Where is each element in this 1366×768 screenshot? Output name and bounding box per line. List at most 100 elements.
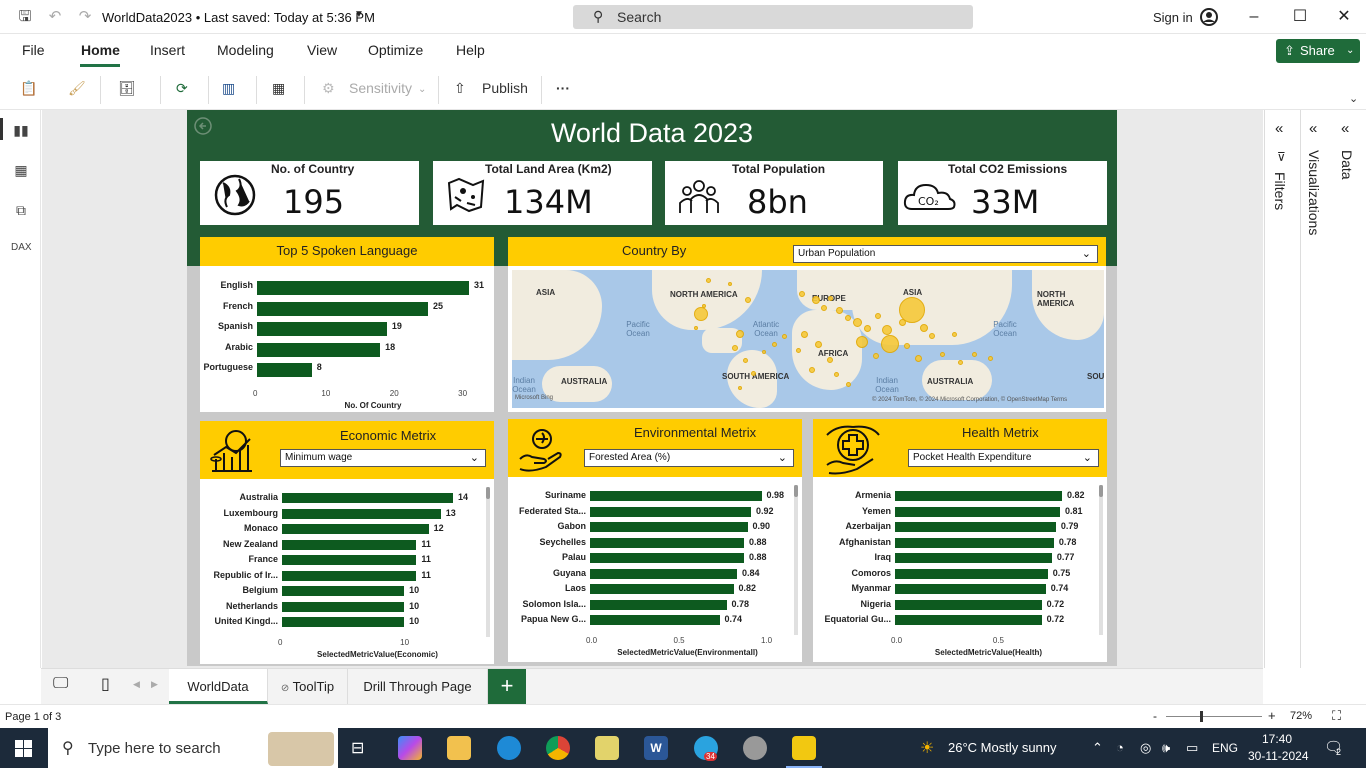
chevron-down-icon[interactable]: ▼ [354, 9, 364, 20]
sensitivity-button[interactable]: Sensitivity [349, 80, 412, 96]
map-bubble[interactable] [771, 341, 777, 347]
edge-icon[interactable] [497, 736, 521, 760]
map-bubble[interactable] [873, 353, 879, 359]
map-bubble[interactable] [762, 350, 766, 354]
map-bubble[interactable] [705, 277, 711, 283]
map-bubble[interactable] [845, 381, 851, 387]
get-data-icon[interactable]: 🗄 [118, 80, 136, 97]
zoom-out-button[interactable]: - [1153, 709, 1157, 723]
desktop-layout-icon[interactable]: 🖵 [53, 675, 68, 693]
map-bubble[interactable] [929, 333, 935, 339]
map-bubble[interactable] [939, 351, 945, 357]
bubble-map[interactable]: ASIA NORTH AMERICA EUROPE ASIA NORTH AME… [512, 270, 1104, 408]
clock-time[interactable]: 17:40 [1262, 732, 1292, 746]
zoom-in-button[interactable]: + [1268, 708, 1276, 723]
tray-overflow-icon[interactable]: ⌃ [1092, 740, 1103, 756]
map-bubble[interactable] [736, 330, 744, 338]
map-bubble[interactable] [835, 306, 843, 314]
calculator-icon[interactable]: ▦ [272, 80, 285, 97]
map-bubble[interactable] [799, 291, 805, 297]
map-bubble[interactable] [904, 343, 910, 349]
undo-icon[interactable]: ↶ [46, 8, 64, 26]
table-view-icon[interactable]: ▦ [11, 162, 31, 180]
filters-label[interactable]: Filters [1272, 172, 1288, 210]
filters-pane[interactable]: « ⊽ Filters [1264, 110, 1300, 668]
menu-file[interactable]: File [22, 42, 45, 58]
map-bubble[interactable] [800, 330, 808, 338]
collapse-visualizations-icon[interactable]: « [1309, 120, 1317, 137]
data-label[interactable]: Data [1339, 150, 1355, 180]
map-bubble[interactable] [951, 331, 957, 337]
redo-icon[interactable]: ↷ [76, 8, 94, 26]
map-bubble[interactable] [745, 297, 751, 303]
clock-date[interactable]: 30-11-2024 [1248, 749, 1309, 763]
menu-view[interactable]: View [307, 42, 337, 58]
collapse-filters-icon[interactable]: « [1275, 120, 1283, 137]
map-bubble[interactable] [728, 282, 732, 286]
map-bubble[interactable] [882, 325, 892, 335]
map-bubble[interactable] [821, 305, 827, 311]
page-tab-worlddata[interactable]: WorldData [169, 669, 268, 704]
zoom-slider-thumb[interactable] [1199, 711, 1203, 722]
word-icon[interactable]: W [644, 736, 668, 760]
meet-icon[interactable]: ◎ [1140, 740, 1151, 756]
add-page-button[interactable]: + [488, 669, 526, 704]
map-bubble[interactable] [987, 355, 993, 361]
share-button[interactable]: ⇪ Share ⌄ [1276, 39, 1360, 63]
snipping-tool-icon[interactable] [595, 736, 619, 760]
dax-query-icon[interactable]: DAX [11, 242, 32, 260]
close-button[interactable]: ✕ [1333, 6, 1355, 28]
map-bubble[interactable] [742, 357, 748, 363]
save-icon[interactable]: 🖫 [16, 8, 34, 26]
taskbar-search[interactable]: ⚲ Type here to search [48, 728, 338, 768]
menu-optimize[interactable]: Optimize [368, 42, 423, 58]
chrome-icon[interactable] [546, 736, 570, 760]
map-bubble[interactable] [845, 315, 851, 321]
app-title[interactable]: WorldData2023 • Last saved: Today at 5:3… [102, 10, 375, 25]
environmental-metric-dropdown[interactable]: Forested Area (%) ⌄ [584, 449, 794, 467]
model-view-icon[interactable]: ⧉ [11, 202, 31, 220]
file-explorer-icon[interactable] [447, 736, 471, 760]
map-bubble[interactable] [957, 359, 963, 365]
powerbi-icon[interactable] [792, 736, 816, 760]
map-bubble[interactable] [833, 371, 839, 377]
map-bubble[interactable] [795, 347, 801, 353]
fit-to-page-icon[interactable]: ⛶ [1332, 708, 1341, 724]
map-metric-dropdown[interactable]: Urban Population ⌄ [793, 245, 1098, 263]
menu-help[interactable]: Help [456, 42, 485, 58]
more-options-button[interactable]: ··· [556, 80, 570, 96]
new-visual-icon[interactable]: ▥ [222, 80, 235, 97]
page-tab-drill-through[interactable]: Drill Through Page [348, 669, 488, 704]
minimize-button[interactable]: – [1243, 6, 1265, 28]
collapse-data-icon[interactable]: « [1341, 120, 1349, 137]
economic-metric-dropdown[interactable]: Minimum wage ⌄ [280, 449, 486, 467]
refresh-icon[interactable]: ⟳ [176, 80, 188, 97]
map-bubble[interactable] [971, 351, 977, 357]
sign-in-link[interactable]: Sign in [1153, 10, 1193, 25]
map-bubble[interactable] [852, 317, 862, 327]
weather-text[interactable]: 26°C Mostly sunny [948, 740, 1057, 755]
map-bubble[interactable] [827, 295, 833, 301]
next-page-icon[interactable]: ▶ [151, 679, 158, 690]
map-bubble[interactable] [914, 354, 922, 362]
collapse-ribbon-icon[interactable]: ⌄ [1349, 92, 1358, 105]
map-bubble[interactable] [694, 326, 698, 330]
task-view-icon[interactable]: ⊟ [351, 738, 364, 758]
map-bubble[interactable] [875, 313, 881, 319]
map-bubble[interactable] [899, 297, 925, 323]
volume-icon[interactable]: 🕪 [1162, 740, 1170, 756]
user-icon[interactable] [1199, 7, 1219, 27]
visualizations-label[interactable]: Visualizations [1306, 150, 1322, 235]
menu-home[interactable]: Home [81, 42, 120, 58]
map-bubble[interactable] [694, 307, 708, 321]
copilot-icon[interactable] [398, 736, 422, 760]
map-bubble[interactable] [781, 333, 787, 339]
map-bubble[interactable] [920, 324, 928, 332]
paste-icon[interactable]: 📋 [20, 80, 37, 97]
publish-button[interactable]: Publish [482, 80, 528, 96]
map-bubble[interactable] [856, 336, 868, 348]
map-bubble[interactable] [750, 370, 756, 376]
map-bubble[interactable] [881, 335, 899, 353]
windows-start-icon[interactable] [15, 740, 32, 757]
map-bubble[interactable] [809, 367, 815, 373]
